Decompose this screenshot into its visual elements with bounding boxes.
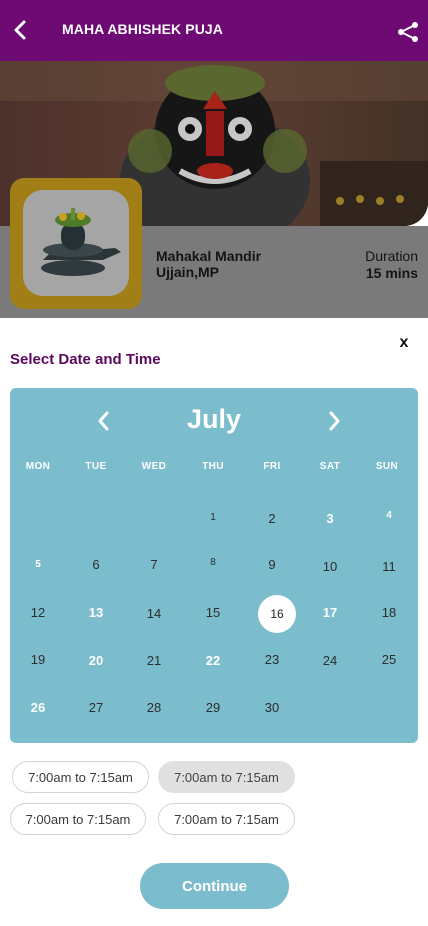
day-cell[interactable]: 18 xyxy=(370,593,408,631)
weekday-label: MON xyxy=(25,461,51,472)
day-cell[interactable]: 5 xyxy=(19,545,57,583)
share-button[interactable] xyxy=(396,20,420,44)
puja-thumbnail xyxy=(10,178,142,309)
day-cell[interactable]: 20 xyxy=(77,641,115,679)
day-cell[interactable]: 11 xyxy=(370,547,408,585)
duration-value: 15 mins xyxy=(365,265,418,281)
day-cell[interactable]: 7 xyxy=(135,545,173,583)
next-month-button[interactable] xyxy=(324,408,344,434)
day-cell[interactable]: 14 xyxy=(135,594,173,632)
day-cell[interactable]: 25 xyxy=(370,640,408,678)
day-cell[interactable]: 6 xyxy=(77,545,115,583)
day-cell[interactable]: 9 xyxy=(253,545,291,583)
day-cell[interactable]: 22 xyxy=(194,641,232,679)
day-cell[interactable]: 2 xyxy=(253,499,291,537)
weekday-label: FRI xyxy=(263,461,281,472)
day-cell[interactable]: 3 xyxy=(311,499,349,537)
day-cell[interactable]: 29 xyxy=(194,688,232,726)
weekday-label: SUN xyxy=(375,461,399,472)
time-slot[interactable]: 7:00am to 7:15am xyxy=(10,803,146,835)
day-cell[interactable]: 12 xyxy=(19,593,57,631)
calendar: July MON TUE WED THU FRI SAT SUN 1 2 3 4… xyxy=(10,388,418,743)
time-slot[interactable]: 7:00am to 7:15am xyxy=(12,761,149,793)
day-cell[interactable]: 24 xyxy=(311,641,349,679)
day-cell[interactable]: 15 xyxy=(194,593,232,631)
weekday-label: THU xyxy=(202,461,224,472)
section-title: Select Date and Time xyxy=(10,351,161,368)
day-cell[interactable]: 26 xyxy=(19,688,57,726)
share-icon xyxy=(398,22,418,42)
app-header: MAHA ABHISHEK PUJA xyxy=(0,0,428,61)
close-button[interactable]: x xyxy=(396,334,412,352)
back-button[interactable] xyxy=(10,16,32,44)
day-cell[interactable]: 23 xyxy=(253,640,291,678)
day-cell[interactable]: 1 xyxy=(194,498,232,536)
day-cell[interactable]: 30 xyxy=(253,688,291,726)
weekday-label: WED xyxy=(141,461,167,472)
continue-button[interactable]: Continue xyxy=(140,863,289,909)
day-cell[interactable]: 4 xyxy=(370,496,408,534)
chevron-left-icon xyxy=(14,20,26,40)
month-label: July xyxy=(186,404,242,434)
temple-name-line2: Ujjain,MP xyxy=(156,264,220,280)
day-cell[interactable]: 17 xyxy=(311,593,349,631)
chevron-right-icon xyxy=(329,411,340,431)
day-cell[interactable]: 21 xyxy=(135,641,173,679)
day-cell-selected[interactable]: 16 xyxy=(258,595,296,633)
day-cell[interactable]: 10 xyxy=(311,547,349,585)
day-cell[interactable]: 13 xyxy=(77,593,115,631)
day-cell[interactable]: 19 xyxy=(19,640,57,678)
time-slot[interactable]: 7:00am to 7:15am xyxy=(158,803,295,835)
temple-name-line1: Mahakal Mandir xyxy=(156,248,262,264)
thumbnail-frame xyxy=(23,190,129,296)
day-cell[interactable]: 27 xyxy=(77,688,115,726)
weekday-label: TUE xyxy=(85,461,107,472)
page-title: MAHA ABHISHEK PUJA xyxy=(62,21,223,37)
duration-label: Duration xyxy=(365,248,418,264)
day-cell[interactable]: 8 xyxy=(194,543,232,581)
day-cell[interactable]: 28 xyxy=(135,688,173,726)
temple-name: Mahakal Mandir Ujjain,MP xyxy=(156,248,261,280)
shivling-image xyxy=(41,208,121,276)
time-slot-selected[interactable]: 7:00am to 7:15am xyxy=(158,761,295,793)
weekday-label: SAT xyxy=(319,461,341,472)
